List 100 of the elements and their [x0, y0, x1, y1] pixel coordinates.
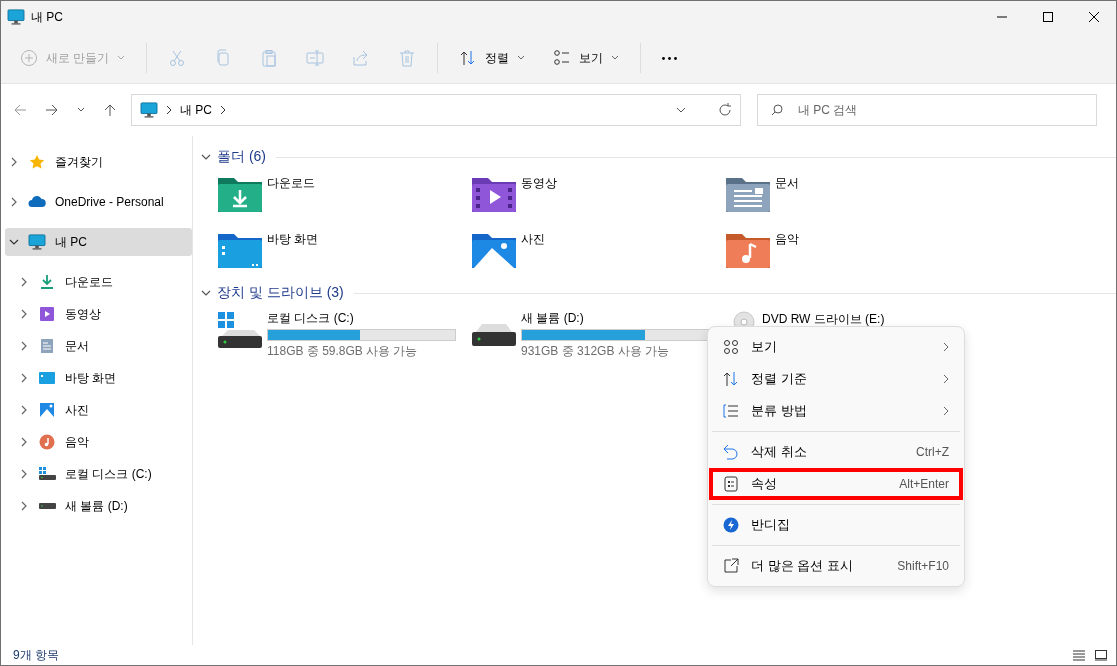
menu-label: 삭제 취소: [751, 443, 808, 461]
up-icon: [103, 103, 117, 117]
nav-label: 바탕 화면: [65, 369, 117, 387]
scissors-icon: [168, 49, 187, 67]
maximize-icon[interactable]: [1040, 9, 1056, 25]
caret-icon: [77, 106, 85, 114]
folder-name[interactable]: 문서: [775, 174, 799, 192]
menu-item[interactable]: 더 많은 옵션 표시 Shift+F10: [709, 550, 963, 582]
nav-item[interactable]: 동영상: [5, 300, 192, 328]
plus-icon: [20, 49, 38, 67]
sort-icon: [723, 371, 739, 387]
chevron-right-icon: [943, 374, 949, 384]
chevron-right-icon: [19, 405, 29, 415]
sort-button[interactable]: 정렬: [452, 41, 533, 75]
nav-label: 사진: [65, 401, 89, 419]
shortcut-text: Shift+F10: [897, 559, 949, 573]
details-view-icon: [1072, 649, 1086, 661]
menu-item[interactable]: 반디집: [709, 509, 963, 541]
drive-space: 118GB 중 59.8GB 사용 가능: [267, 343, 419, 360]
tiles-view-icon: [1094, 649, 1108, 661]
group-icon: [723, 403, 739, 419]
view-icon: [553, 49, 572, 67]
shortcut-text: Alt+Enter: [899, 477, 949, 491]
download-icon: [39, 274, 55, 290]
monitor-icon: [140, 102, 158, 118]
nav-item[interactable]: 새 볼륨 (D:): [5, 492, 192, 520]
chevron-right-icon: [220, 105, 226, 115]
refresh-icon: [718, 103, 732, 117]
folder-name[interactable]: 다운로드: [267, 174, 315, 192]
nav-label: 음악: [65, 433, 89, 451]
caret-icon: [611, 54, 620, 62]
forward-icon: [45, 103, 59, 117]
star-icon: [29, 154, 45, 170]
drive-icon: [38, 502, 56, 510]
section-header[interactable]: 폴더 (6): [217, 148, 266, 166]
nav-item[interactable]: 바탕 화면: [5, 364, 192, 392]
desktop-icon: [38, 371, 56, 385]
back-icon: [13, 103, 27, 117]
menu-item[interactable]: 분류 방법: [709, 395, 963, 427]
caret-icon: [117, 54, 126, 62]
path-segment[interactable]: 내 PC: [180, 101, 212, 119]
nav-label: 동영상: [65, 305, 101, 323]
picture-icon: [39, 402, 55, 418]
chevron-right-icon: [19, 373, 29, 383]
monitor-icon: [7, 9, 25, 25]
video-icon: [39, 306, 55, 322]
search-field[interactable]: 내 PC 검색: [757, 94, 1097, 126]
menu-item[interactable]: 보기: [709, 331, 963, 363]
nav-label: 즐겨찾기: [55, 153, 103, 171]
drive-name[interactable]: DVD RW 드라이브 (E:): [762, 310, 885, 328]
nav-item[interactable]: 즐겨찾기: [5, 148, 192, 176]
nav-label: 내 PC: [55, 233, 87, 251]
nav-item[interactable]: 문서: [5, 332, 192, 360]
more-icon: [662, 56, 678, 60]
bandizip-icon: [723, 517, 739, 533]
drive-name[interactable]: 로컬 디스크 (C:): [267, 310, 456, 327]
menu-label: 분류 방법: [751, 402, 808, 420]
folder-name[interactable]: 바탕 화면: [267, 230, 319, 248]
menu-item[interactable]: 속성 Alt+Enter: [709, 468, 963, 500]
item-count: 9개 항목: [13, 646, 59, 664]
nav-item[interactable]: 음악: [5, 428, 192, 456]
menu-item[interactable]: 삭제 취소 Ctrl+Z: [709, 436, 963, 468]
nav-item[interactable]: OneDrive - Personal: [5, 188, 192, 216]
chevron-down-icon: [9, 237, 19, 247]
address-bar[interactable]: 내 PC: [131, 94, 741, 126]
menu-label: 정렬 기준: [751, 370, 808, 388]
chevron-right-icon: [9, 197, 19, 207]
menu-item[interactable]: 정렬 기준: [709, 363, 963, 395]
nav-label: 로컬 디스크 (C:): [65, 465, 152, 483]
monitor-icon: [28, 234, 46, 250]
section-header[interactable]: 장치 및 드라이브 (3): [217, 284, 344, 302]
chevron-right-icon: [943, 342, 949, 352]
drive-name[interactable]: 새 볼륨 (D:): [521, 310, 710, 327]
shortcut-text: Ctrl+Z: [916, 445, 949, 459]
menu-label: 속성: [751, 475, 778, 493]
properties-icon: [723, 476, 739, 492]
drive-icon: [216, 310, 264, 350]
cloud-icon: [28, 196, 46, 208]
chevron-right-icon: [19, 501, 29, 511]
folder-name[interactable]: 사진: [521, 230, 545, 248]
paste-icon: [260, 49, 279, 67]
chevron-right-icon: [9, 157, 19, 167]
nav-item[interactable]: 로컬 디스크 (C:): [5, 460, 192, 488]
caret-icon: [676, 105, 686, 115]
folder-name[interactable]: 음악: [775, 230, 799, 248]
drive-icon: [38, 467, 56, 481]
view-button[interactable]: 보기: [546, 41, 627, 75]
nav-item[interactable]: 내 PC: [5, 228, 192, 256]
close-icon[interactable]: [1086, 9, 1102, 25]
drive-space: 931GB 중 312GB 사용 가능: [521, 343, 671, 360]
undo-icon: [723, 444, 739, 460]
folder-name[interactable]: 동영상: [521, 174, 557, 192]
chevron-right-icon: [943, 406, 949, 416]
caret-icon: [517, 54, 526, 62]
menu-label: 더 많은 옵션 표시: [751, 557, 854, 575]
nav-item[interactable]: 사진: [5, 396, 192, 424]
search-icon: [771, 104, 783, 116]
music-icon: [39, 434, 55, 450]
nav-item[interactable]: 다운로드: [5, 268, 192, 296]
nav-label: 문서: [65, 337, 89, 355]
